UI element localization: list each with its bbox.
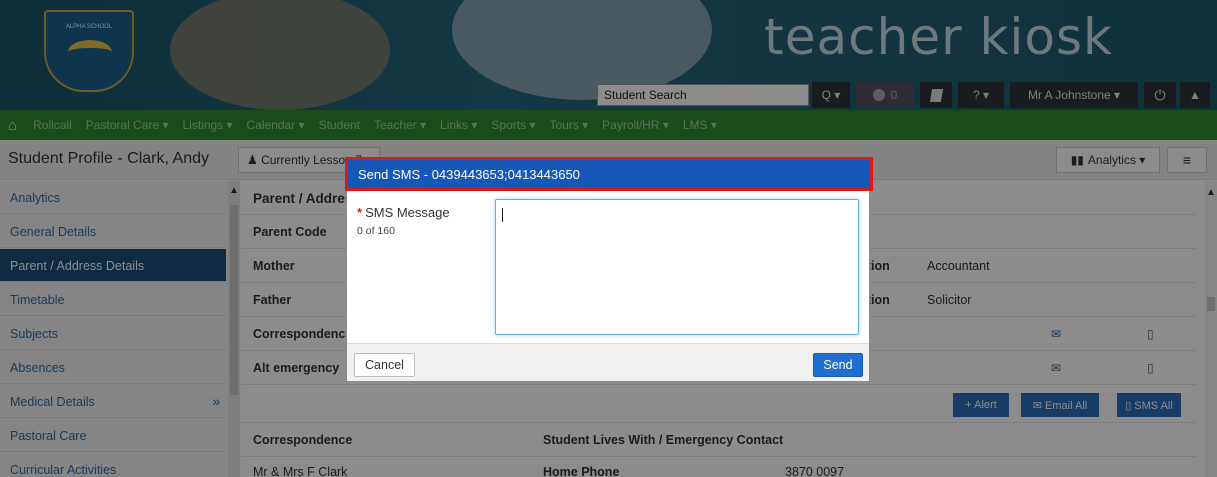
text-caret: [502, 208, 503, 222]
sms-message-textarea[interactable]: [495, 199, 859, 335]
required-marker: *: [357, 205, 363, 220]
sms-message-label-text: SMS Message: [365, 205, 450, 220]
sms-message-label: * SMS Message: [357, 205, 450, 220]
cancel-button[interactable]: Cancel: [354, 353, 415, 377]
dialog-title: Send SMS - 0439443653;0413443650: [345, 157, 873, 191]
dialog-footer: Cancel Send: [347, 343, 869, 381]
send-sms-dialog: Send SMS - 0439443653;0413443650 * SMS Me…: [345, 157, 873, 381]
character-counter: 0 of 160: [357, 225, 395, 237]
send-button[interactable]: Send: [813, 353, 863, 377]
